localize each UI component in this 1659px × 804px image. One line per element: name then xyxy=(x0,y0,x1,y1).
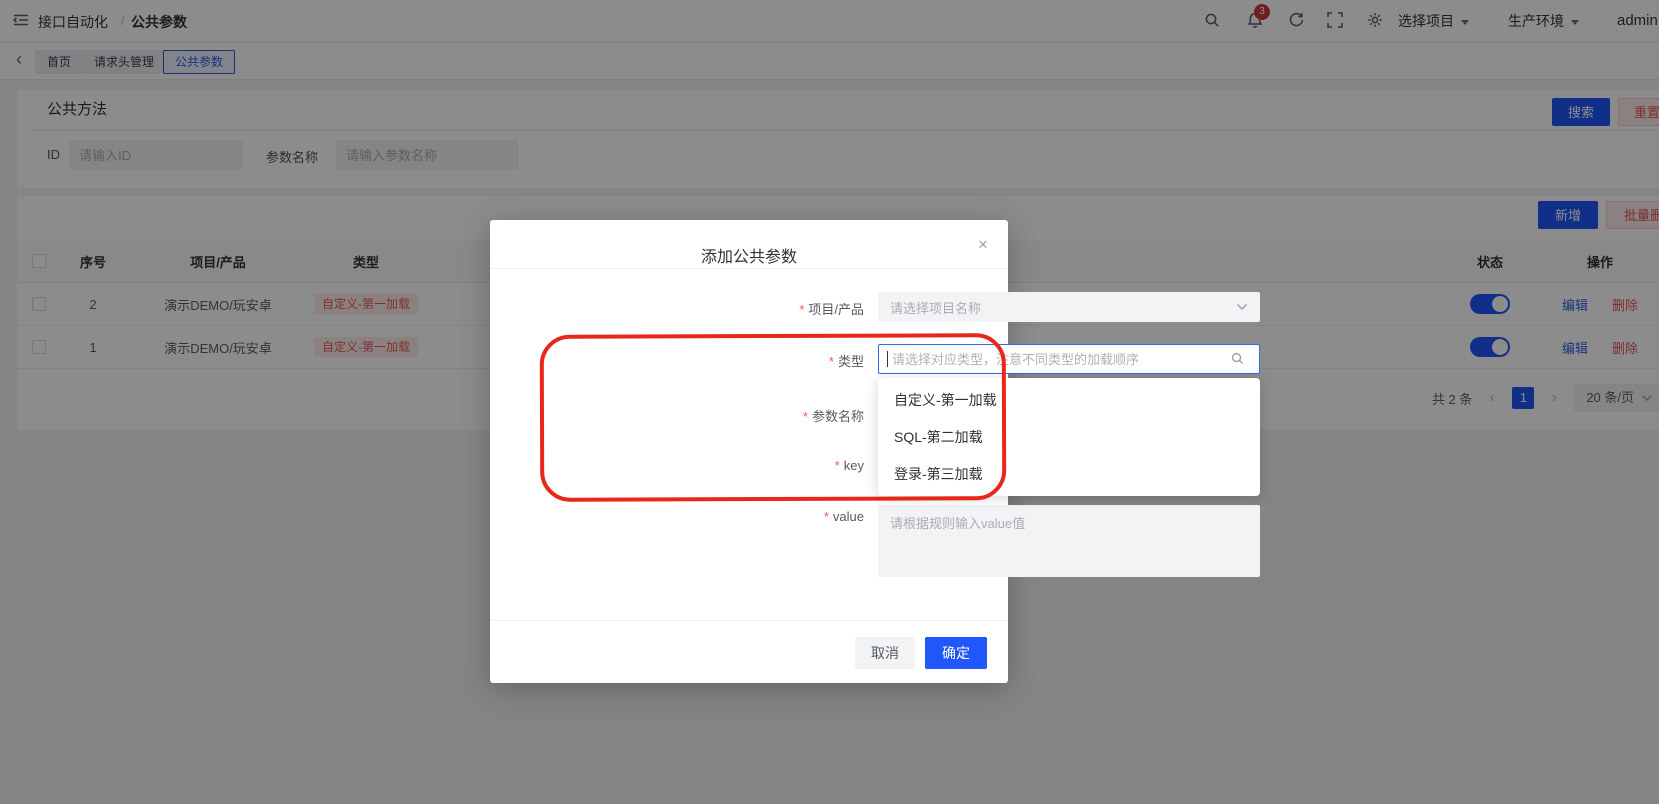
chevron-down-icon xyxy=(1237,304,1247,310)
cancel-button[interactable]: 取消 xyxy=(855,637,915,669)
project-select-placeholder: 请选择项目名称 xyxy=(890,300,982,316)
required-mark: * xyxy=(823,509,829,524)
app-screen: 接口自动化 / 公共参数 3 选择项目 生产环境 admin ‹ 首页 请求头管… xyxy=(0,0,1659,804)
divider xyxy=(490,620,1008,621)
dropdown-option-login[interactable]: 登录-第三加载 xyxy=(878,456,1260,493)
param-name-field-label: * 参数名称 xyxy=(802,409,864,424)
dropdown-option-sql[interactable]: SQL-第二加载 xyxy=(878,419,1260,456)
project-field-label: * 项目/产品 xyxy=(799,302,864,317)
ok-button[interactable]: 确定 xyxy=(925,637,987,669)
type-input[interactable] xyxy=(878,344,1260,374)
value-textarea[interactable] xyxy=(878,505,1260,577)
type-dropdown: 自定义-第一加载 SQL-第二加载 登录-第三加载 xyxy=(878,378,1260,496)
search-icon xyxy=(1230,351,1245,371)
dropdown-option-custom[interactable]: 自定义-第一加载 xyxy=(878,382,1260,419)
add-param-modal: 添加公共参数 × *项目/产品 请选择项目名称 *类型 *参数名称 *key xyxy=(490,220,1260,683)
divider xyxy=(490,268,1008,269)
value-field-label: * value xyxy=(823,509,864,524)
required-mark: * xyxy=(799,302,805,317)
required-mark: * xyxy=(802,409,808,424)
text-caret xyxy=(887,351,888,367)
required-mark: * xyxy=(828,354,834,369)
project-select-field[interactable]: 请选择项目名称 xyxy=(878,292,1260,322)
type-field-label: * 类型 xyxy=(828,354,864,369)
close-icon[interactable]: × xyxy=(972,234,994,256)
key-field-label: * key xyxy=(834,458,864,473)
required-mark: * xyxy=(834,458,840,473)
modal-title: 添加公共参数 xyxy=(700,249,797,266)
